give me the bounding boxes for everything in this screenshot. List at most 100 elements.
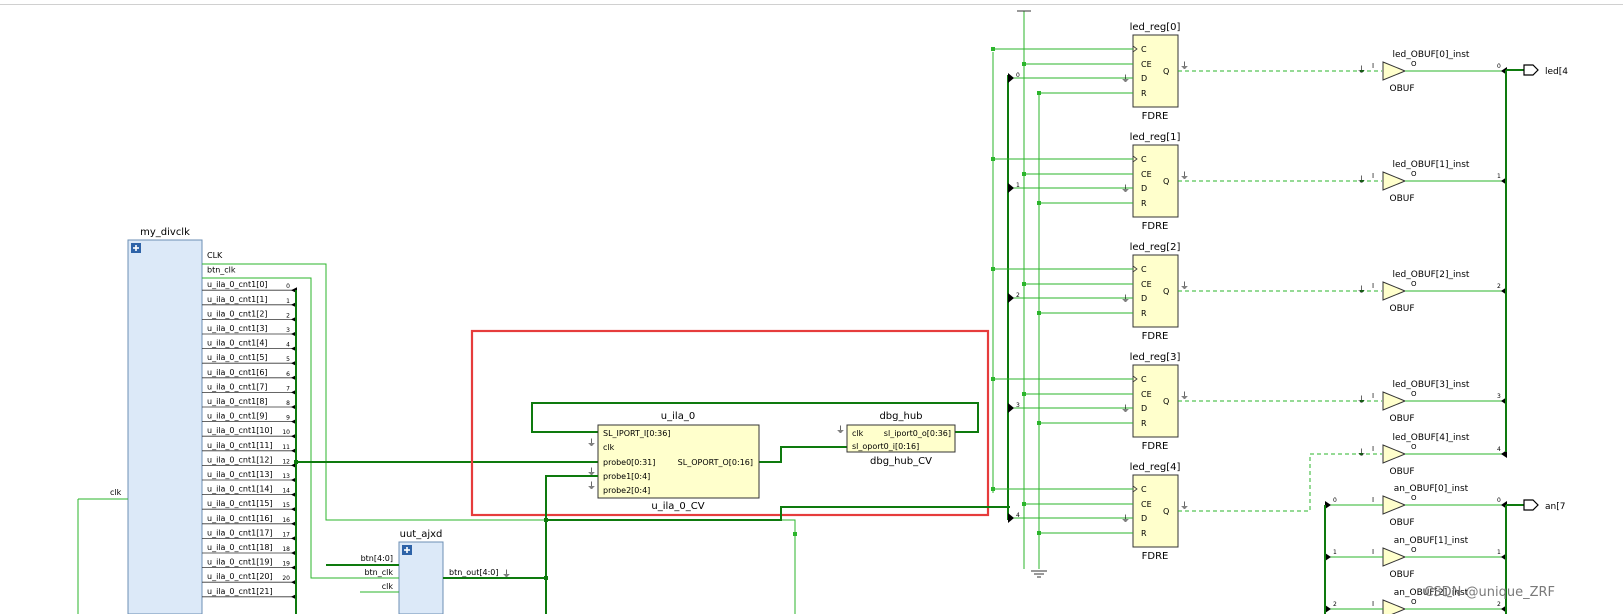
bit-index-label: 14 [282,488,290,495]
bit-index-label: 7 [286,385,290,392]
obuf-out-label: O [1411,494,1417,502]
my-divclk-port-label: u_ila_0_cnt1[12] [207,455,273,464]
my-divclk-port-label: u_ila_0_cnt1[21] [207,587,273,596]
obuf-cell[interactable]: led_OBUF[3]_inst I O OBUF 3 ⏚ [1357,380,1507,424]
bit-index-label: 4 [1497,446,1501,453]
uut-ajxd-block[interactable]: uut_ajxd btn[4:0] btn_clk clk btn_out[4:… [326,529,546,614]
junction [1037,421,1041,425]
obuf-out-label: O [1411,598,1417,606]
schematic-canvas[interactable]: my_divclk CLK btn_clk u_ila_0_cnt1[0] 0 u_il… [0,0,1623,614]
junction [1037,201,1041,205]
u-ila-0-subtitle: u_ila_0_CV [651,501,704,512]
fdre-register[interactable]: led_reg[1] C CE DR Q FDRE 1 ⏚ ⏚ [991,132,1382,232]
fdre-pin-label: R [1141,199,1147,208]
obuf-in-label: I [1372,392,1374,400]
obuf-in-label: I [1372,600,1374,608]
junction [1022,172,1026,176]
obuf-type-label: OBUF [1389,570,1414,580]
ground-icon: ⏚ [1357,285,1366,296]
junction [1022,502,1026,506]
obuf-instance-label: led_OBUF[1]_inst [1393,160,1470,170]
my-divclk-port-label: u_ila_0_cnt1[10] [207,426,273,435]
ground-icon: ⏚ ⏚ ⏚ [587,438,596,492]
u-ila-0-pin: probe1[0:4] [603,472,650,481]
dbg-hub-block[interactable]: dbg_hub clk sl_oport0_i[0:16] sl_iport0_… [836,411,956,467]
bit-index-label: 5 [286,356,290,363]
fdre-box[interactable] [1132,364,1179,438]
obuf-cell[interactable]: led_OBUF[4]_inst I O OBUF 4 ⏚ [1357,433,1507,477]
junction [1037,91,1041,95]
my-divclk-port-label: CLK [207,251,223,260]
fdre-register[interactable]: led_reg[3] C CE DR Q FDRE 3 ⏚ ⏚ [991,352,1382,452]
fdre-box[interactable] [1132,254,1179,328]
bit-index-label: 6 [286,371,290,378]
my-divclk-port-label: u_ila_0_cnt1[5] [207,353,268,362]
bit-index-label: 13 [282,473,290,480]
ground-icon: ⏚ [1357,65,1366,76]
fdre-box[interactable] [1132,474,1179,548]
fdre-register-stack: led_reg[0]CCEDRQFDRE0 ⏚⏚led_reg[1]CCEDRQF… [991,22,1382,562]
my-divclk-port-label: u_ila_0_cnt1[7] [207,382,268,391]
probe0-junction [294,460,298,464]
my-divclk-ports: CLK btn_clk u_ila_0_cnt1[0] 0 u_ila_0_cnt1[1… [202,251,297,600]
fdre-type-label: FDRE [1142,111,1169,122]
ground-icon: ⏚ [1180,281,1189,292]
buffer-icon [1382,495,1407,515]
my-divclk-block[interactable]: my_divclk CLK btn_clk u_ila_0_cnt1[0] 0 u_il… [77,227,297,614]
q-dashed-wire [1178,453,1382,512]
buffer-icon [1382,599,1407,614]
ground-icon: ⏚ [1180,501,1189,512]
obuf-type-label: OBUF [1389,467,1414,477]
my-divclk-title: my_divclk [140,227,190,238]
obuf-out-label: O [1411,280,1417,288]
plus-icon[interactable] [131,243,141,253]
obuf-instance-label: led_OBUF[2]_inst [1393,270,1470,280]
ground-icon: ⏚ [1121,514,1130,525]
bus-ripper-icon [1008,183,1014,193]
buffer-icon [1382,391,1407,411]
obuf-instance-label: an_OBUF[1]_inst [1394,536,1469,546]
clk-junction [793,532,797,536]
junction [1022,392,1026,396]
fdre-box[interactable] [1132,34,1179,108]
obuf-cell[interactable]: an_OBUF[0]_inst I O OBUF 0 0 [1325,484,1507,528]
my-divclk-clk-label: clk [110,488,122,497]
buffer-icon [1382,281,1407,301]
uut-ajxd-input: clk [382,582,394,591]
fdre-register[interactable]: led_reg[4] C CE DR Q FDRE 4 ⏚ ⏚ [991,453,1382,562]
fdre-register[interactable]: led_reg[0] C CE DR Q FDRE 0 ⏚ ⏚ [991,22,1382,122]
led-output-port[interactable]: led[4 [1523,64,1568,77]
plus-icon[interactable] [402,545,412,555]
obuf-cell[interactable]: led_OBUF[2]_inst I O OBUF 2 ⏚ [1357,270,1507,314]
obuf-cell[interactable]: an_OBUF[1]_inst I O OBUF 1 1 [1325,536,1507,580]
obuf-cell[interactable]: led_OBUF[0]_inst I O OBUF 0 ⏚ [1357,50,1507,94]
an-output-port[interactable]: an[7 [1523,499,1565,512]
junction [991,377,995,381]
fdre-instance-label: led_reg[0] [1130,22,1181,33]
obuf-in-label: I [1372,548,1374,556]
bit-index-label: 2 [1333,601,1337,608]
fdre-box[interactable] [1132,144,1179,218]
uut-ajxd-output: btn_out[4:0] [449,568,499,577]
obuf-stack: led_OBUF[0]_instI OOBUF0⏚ led_OBUF[1]_inst… [1325,50,1507,614]
fdre-type-label: FDRE [1142,221,1169,232]
bit-index-label: 1 [1016,182,1020,189]
bus-ripper-icon [1008,513,1014,523]
my-divclk-box[interactable] [127,239,203,614]
my-divclk-port-label: u_ila_0_cnt1[9] [207,412,268,421]
bit-index-label: 1 [286,298,290,305]
fdre-pin-label: CE [1141,60,1152,69]
obuf-type-label: OBUF [1389,304,1414,314]
fdre-pin-label: D [1141,74,1147,83]
fdre-instance-label: led_reg[1] [1130,132,1181,143]
junction [991,487,995,491]
fdre-register[interactable]: led_reg[2] C CE DR Q FDRE 2 ⏚ ⏚ [991,242,1382,342]
u-ila-0-output-pin: SL_OPORT_O[0:16] [678,458,753,467]
junction [991,157,995,161]
u-ila-0-pin: clk [603,443,615,452]
ground-icon: ⏚ [1121,404,1130,415]
buffer-icon [1382,61,1407,81]
obuf-cell[interactable]: led_OBUF[1]_inst I O OBUF 1 ⏚ [1357,160,1507,204]
obuf-type-label: OBUF [1389,414,1414,424]
bit-index-label: 1 [1497,173,1501,180]
